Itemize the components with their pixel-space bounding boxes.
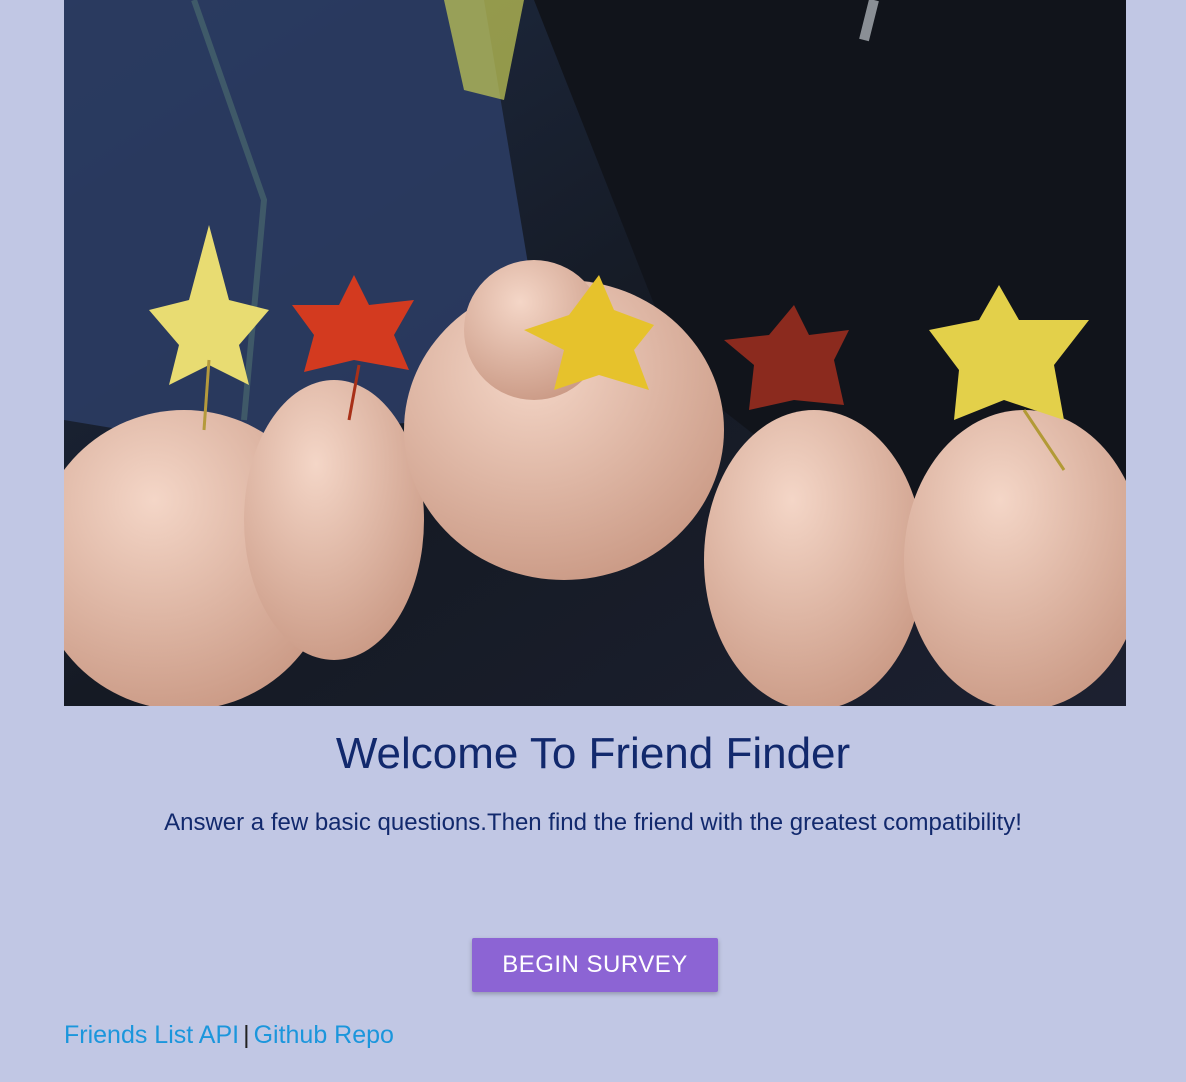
friends-list-api-link[interactable]: Friends List API [64,1021,239,1049]
hero-image [64,0,1126,706]
github-repo-link[interactable]: Github Repo [254,1021,394,1049]
footer-links: Friends List API | Github Repo [64,1018,394,1052]
footer-separator: | [243,1021,250,1049]
page-subtitle: Answer a few basic questions.Then find t… [164,809,1022,836]
page: Welcome To Friend Finder Answer a few ba… [0,0,1186,1082]
autumn-leaves-photo [64,0,1126,706]
begin-survey-button[interactable]: BEGIN SURVEY [472,938,718,992]
page-title: Welcome To Friend Finder [335,729,851,778]
